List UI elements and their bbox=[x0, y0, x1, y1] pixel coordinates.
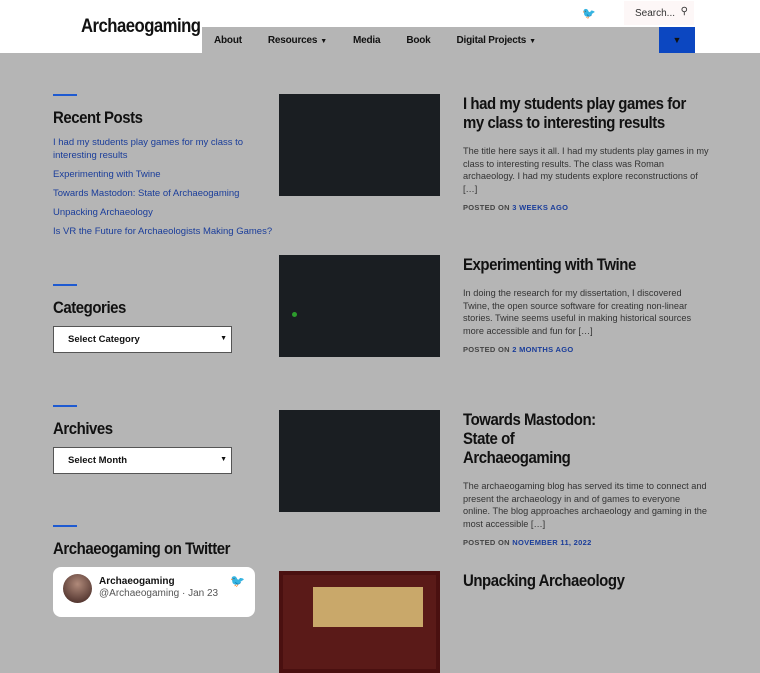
tweet-handle: @Archaeogaming · Jan 23 bbox=[99, 588, 219, 599]
recent-post-link[interactable]: Towards Mastodon: State of Archaeogaming bbox=[53, 187, 258, 200]
recent-post-link[interactable]: Is VR the Future for Archaeologists Maki… bbox=[53, 225, 272, 238]
caret-down-icon: ▼ bbox=[672, 35, 682, 45]
post-excerpt: The archaeogaming blog has served its ti… bbox=[463, 481, 707, 529]
nav-digital-projects[interactable]: Digital Projects ▼ bbox=[457, 35, 537, 46]
chevron-down-icon: ▼ bbox=[220, 335, 227, 342]
archive-select[interactable]: Select Month ▼ bbox=[53, 447, 232, 474]
main-nav: About Resources ▼ Media Book Digital Proj… bbox=[202, 27, 695, 53]
recent-post-link[interactable]: Experimenting with Twine bbox=[53, 168, 258, 181]
recent-posts-widget: Recent Posts I had my students play game… bbox=[53, 94, 272, 244]
accent-bar bbox=[53, 284, 77, 286]
nav-book[interactable]: Book bbox=[406, 35, 430, 46]
twitter-icon[interactable]: 🐦 bbox=[230, 574, 245, 588]
search-icon[interactable]: ⚲ bbox=[681, 6, 688, 17]
thumbnail-dot bbox=[292, 312, 297, 317]
post-title[interactable]: Towards Mastodon: State of Archaeogaming bbox=[463, 410, 621, 467]
site-header: Archaeogaming 🐦 Search... ⚲ About Resourc… bbox=[0, 0, 760, 53]
nav-about[interactable]: About bbox=[214, 35, 242, 46]
post-excerpt: The title here says it all. I had my stu… bbox=[463, 146, 709, 194]
widget-title: Categories bbox=[53, 298, 126, 317]
post-meta: POSTED ON 3 WEEKS AGO bbox=[463, 203, 569, 212]
widget-title: Archaeogaming on Twitter bbox=[53, 539, 231, 558]
post-title[interactable]: Experimenting with Twine bbox=[463, 255, 709, 274]
recent-post-link[interactable]: I had my students play games for my clas… bbox=[53, 136, 258, 162]
post-excerpt: In doing the research for my dissertatio… bbox=[463, 288, 692, 336]
widget-title: Recent Posts bbox=[53, 108, 143, 127]
post-date[interactable]: NOVEMBER 11, 2022 bbox=[512, 538, 591, 547]
post-meta: POSTED ON 2 MONTHS AGO bbox=[463, 345, 574, 354]
archives-widget: Archives Select Month ▼ bbox=[53, 405, 258, 474]
categories-widget: Categories Select Category ▼ bbox=[53, 284, 258, 353]
caret-down-icon: ▼ bbox=[320, 37, 327, 45]
chevron-down-icon: ▼ bbox=[220, 456, 227, 463]
tweet-author[interactable]: Archaeogaming bbox=[99, 576, 175, 587]
post-thumbnail[interactable] bbox=[279, 571, 440, 673]
recent-post-link[interactable]: Unpacking Archaeology bbox=[53, 206, 258, 219]
widget-title: Archives bbox=[53, 419, 113, 438]
accent-bar bbox=[53, 94, 77, 96]
post-thumbnail[interactable] bbox=[279, 255, 440, 357]
tweet-card[interactable]: Archaeogaming @Archaeogaming · Jan 23 🐦 bbox=[53, 567, 255, 617]
post-meta: POSTED ON NOVEMBER 11, 2022 bbox=[463, 538, 592, 547]
thumbnail-art bbox=[313, 587, 423, 627]
nav-media[interactable]: Media bbox=[353, 35, 381, 46]
nav-resources[interactable]: Resources ▼ bbox=[268, 35, 327, 46]
post-title[interactable]: Unpacking Archaeology bbox=[463, 571, 709, 590]
twitter-icon[interactable]: 🐦 bbox=[582, 7, 596, 20]
accent-bar bbox=[53, 525, 77, 527]
post-date[interactable]: 3 WEEKS AGO bbox=[512, 203, 568, 212]
twitter-widget: Archaeogaming on Twitter Archaeogaming @… bbox=[53, 525, 258, 617]
post-thumbnail[interactable] bbox=[279, 94, 440, 196]
accent-bar bbox=[53, 405, 77, 407]
site-title[interactable]: Archaeogaming bbox=[81, 16, 201, 38]
avatar bbox=[63, 574, 92, 603]
post-thumbnail[interactable] bbox=[279, 410, 440, 512]
post-date[interactable]: 2 MONTHS AGO bbox=[512, 345, 573, 354]
post-title[interactable]: I had my students play games for my clas… bbox=[463, 94, 709, 132]
caret-down-icon: ▼ bbox=[529, 37, 536, 45]
menu-toggle-button[interactable]: ▼ bbox=[659, 27, 695, 53]
category-select[interactable]: Select Category ▼ bbox=[53, 326, 232, 353]
search-input[interactable]: Search... ⚲ bbox=[624, 1, 694, 25]
